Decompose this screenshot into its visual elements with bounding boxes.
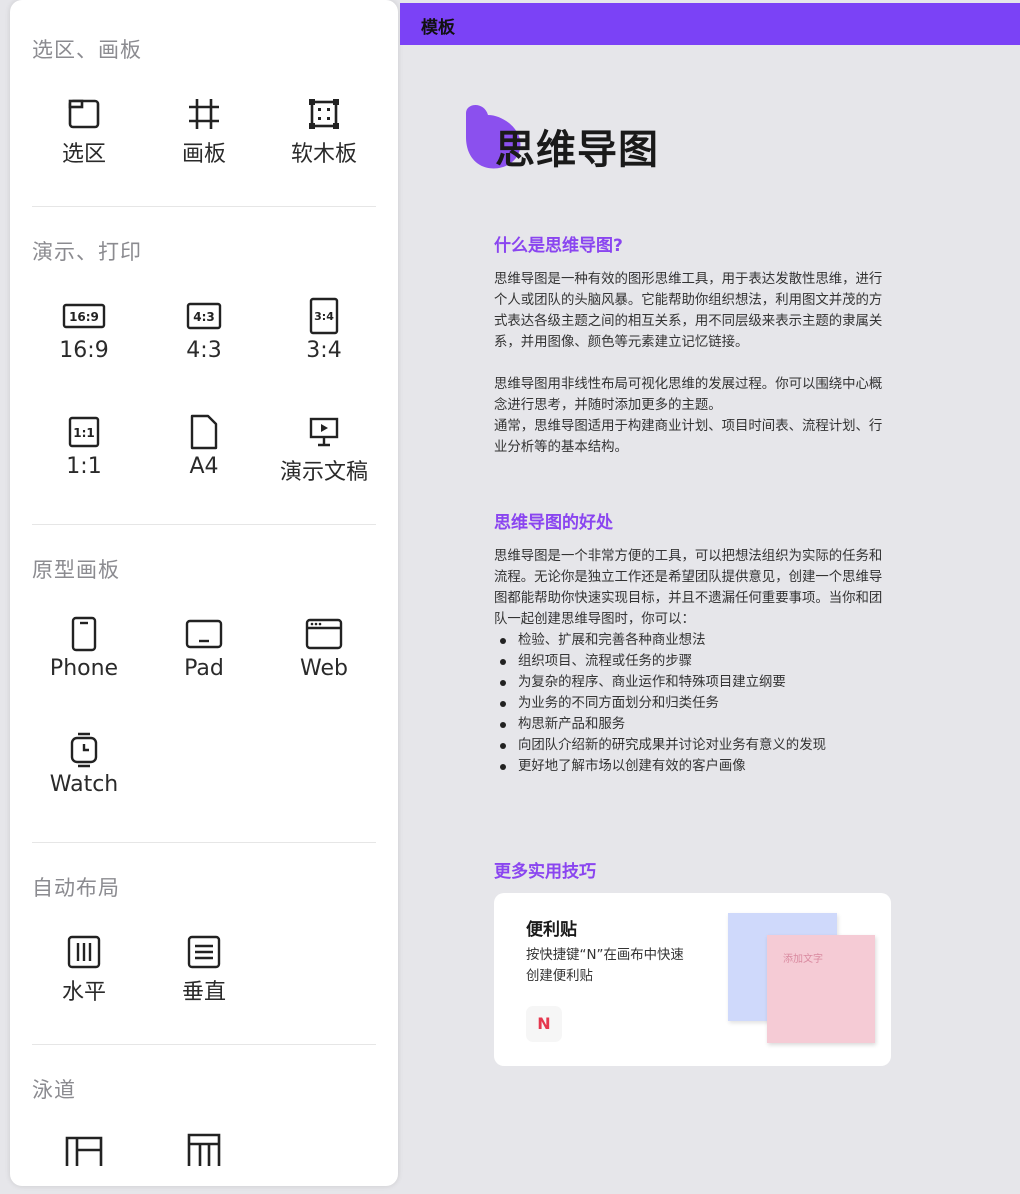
template-header-bar: 模板 xyxy=(400,3,1020,45)
tool-ratio-1-1[interactable]: 1:1 1:1 xyxy=(24,410,144,479)
tool-ratio-3-4[interactable]: 3:4 3:4 xyxy=(264,294,384,363)
tip-card-description: 按快捷键“N”在画布中快速创建便利贴 xyxy=(526,948,684,984)
svg-text:1:1: 1:1 xyxy=(73,426,95,440)
divider xyxy=(32,206,376,207)
section-title-selection: 选区、画板 xyxy=(32,38,142,62)
section-title-auto-layout: 自动布局 xyxy=(32,876,120,900)
svg-text:4:3: 4:3 xyxy=(193,310,215,324)
watch-icon xyxy=(24,728,144,772)
template-header-title: 模板 xyxy=(421,18,455,38)
sticky-note-pink: 添加文字 xyxy=(767,935,875,1043)
ratio-3-4-icon: 3:4 xyxy=(264,294,384,338)
tip-card-title: 便利贴 xyxy=(526,920,577,940)
section-body-what: 思维导图是一种有效的图形思维工具，用于表达发散性思维，进行个人或团队的头脑风暴。… xyxy=(494,269,889,458)
page-a4-icon xyxy=(144,410,264,454)
presentation-icon xyxy=(264,410,384,454)
template-document: 思维导图 什么是思维导图? 思维导图是一种有效的图形思维工具，用于表达发散性思维… xyxy=(400,45,1020,1194)
list-item: 组织项目、流程或任务的步骤 xyxy=(494,651,826,672)
list-item: 为业务的不同方面划分和归类任务 xyxy=(494,693,826,714)
tool-label: Phone xyxy=(49,656,119,681)
tool-label: 软木板 xyxy=(290,142,357,167)
tool-label: A4 xyxy=(189,454,219,479)
ratio-1-1-icon: 1:1 xyxy=(24,410,144,454)
browser-window-icon xyxy=(264,612,384,656)
paragraph: 通常，思维导图适用于构建商业计划、项目时间表、流程计划、行业分析等的基本结构。 xyxy=(494,419,883,455)
list-item: 向团队介绍新的研究成果并讨论对业务有意义的发现 xyxy=(494,735,826,756)
list-item: 构思新产品和服务 xyxy=(494,714,826,735)
ratio-4-3-icon: 4:3 xyxy=(144,294,264,338)
tip-card-sticky-note[interactable]: 便利贴 按快捷键“N”在画布中快速创建便利贴 N 添加文字 xyxy=(494,893,891,1066)
section-heading-benefits: 思维导图的好处 xyxy=(494,513,613,533)
tool-label: 画板 xyxy=(181,142,226,167)
tool-horizontal[interactable]: 水平 xyxy=(24,930,144,1006)
tool-label: Watch xyxy=(49,772,119,797)
divider xyxy=(32,842,376,843)
tool-swimlane-vertical[interactable] xyxy=(144,1130,264,1170)
tool-label: Web xyxy=(300,656,348,681)
tool-ratio-4-3[interactable]: 4:3 4:3 xyxy=(144,294,264,363)
tool-label: 16:9 xyxy=(59,338,109,363)
doc-title: 思维导图 xyxy=(495,127,659,173)
swimlane-horizontal-icon xyxy=(24,1130,144,1170)
swimlane-vertical-icon xyxy=(144,1130,264,1170)
tool-web[interactable]: Web xyxy=(264,612,384,681)
paragraph: 思维导图用非线性布局可视化思维的发展过程。你可以围绕中心概念进行思考，并随时添加… xyxy=(494,377,883,413)
section-body-benefits: 思维导图是一个非常方便的工具，可以把想法组织为实际的任务和流程。无论你是独立工作… xyxy=(494,546,889,630)
tool-swimlane-horizontal[interactable] xyxy=(24,1130,144,1170)
tool-watch[interactable]: Watch xyxy=(24,728,144,797)
phone-icon xyxy=(24,612,144,656)
tool-label: 4:3 xyxy=(186,338,222,363)
ratio-16-9-icon: 16:9 xyxy=(24,294,144,338)
section-heading-tips: 更多实用技巧 xyxy=(494,862,596,882)
svg-text:16:9: 16:9 xyxy=(69,310,99,324)
tablet-icon xyxy=(144,612,264,656)
tool-select[interactable]: 选区 xyxy=(24,92,144,168)
section-heading-what: 什么是思维导图? xyxy=(494,236,623,256)
tool-label: 水平 xyxy=(61,980,106,1005)
section-title-swimlane: 泳道 xyxy=(32,1078,76,1102)
benefits-list: 检验、扩展和完善各种商业想法 组织项目、流程或任务的步骤 为复杂的程序、商业运作… xyxy=(494,630,826,777)
tool-label: 垂直 xyxy=(181,980,226,1005)
divider xyxy=(32,524,376,525)
tool-label: 3:4 xyxy=(306,338,342,363)
tool-presentation[interactable]: 演示文稿 xyxy=(264,410,384,486)
vertical-layout-icon xyxy=(144,930,264,974)
list-item: 更好地了解市场以创建有效的客户画像 xyxy=(494,756,826,777)
tool-pad[interactable]: Pad xyxy=(144,612,264,681)
paragraph: 思维导图是一种有效的图形思维工具，用于表达发散性思维，进行个人或团队的头脑风暴。… xyxy=(494,272,883,350)
tool-label: Pad xyxy=(184,656,224,681)
tool-label: 1:1 xyxy=(66,454,102,479)
list-item: 为复杂的程序、商业运作和特殊项目建立纲要 xyxy=(494,672,826,693)
divider xyxy=(32,1044,376,1045)
section-title-present: 演示、打印 xyxy=(32,240,142,264)
select-frame-icon xyxy=(24,92,144,136)
tool-vertical[interactable]: 垂直 xyxy=(144,930,264,1006)
tool-corkboard[interactable]: 软木板 xyxy=(264,92,384,168)
tool-a4[interactable]: A4 xyxy=(144,410,264,479)
corkboard-icon xyxy=(264,92,384,136)
paragraph: 思维导图是一个非常方便的工具，可以把想法组织为实际的任务和流程。无论你是独立工作… xyxy=(494,549,883,627)
list-item: 检验、扩展和完善各种商业想法 xyxy=(494,630,826,651)
tool-label: 演示文稿 xyxy=(279,460,368,485)
sticky-note-text: 添加文字 xyxy=(783,954,823,965)
shortcut-key-badge: N xyxy=(526,1006,562,1042)
tool-artboard[interactable]: 画板 xyxy=(144,92,264,168)
section-title-prototype: 原型画板 xyxy=(32,558,120,582)
artboard-icon xyxy=(144,92,264,136)
tool-ratio-16-9[interactable]: 16:9 16:9 xyxy=(24,294,144,363)
horizontal-layout-icon xyxy=(24,930,144,974)
tool-phone[interactable]: Phone xyxy=(24,612,144,681)
svg-text:3:4: 3:4 xyxy=(314,310,334,323)
tool-label: 选区 xyxy=(61,142,106,167)
tool-panel: 选区、画板 选区 画板 软木板 演示、打印 16:9 16:9 4:3 4:3 … xyxy=(10,0,398,1186)
